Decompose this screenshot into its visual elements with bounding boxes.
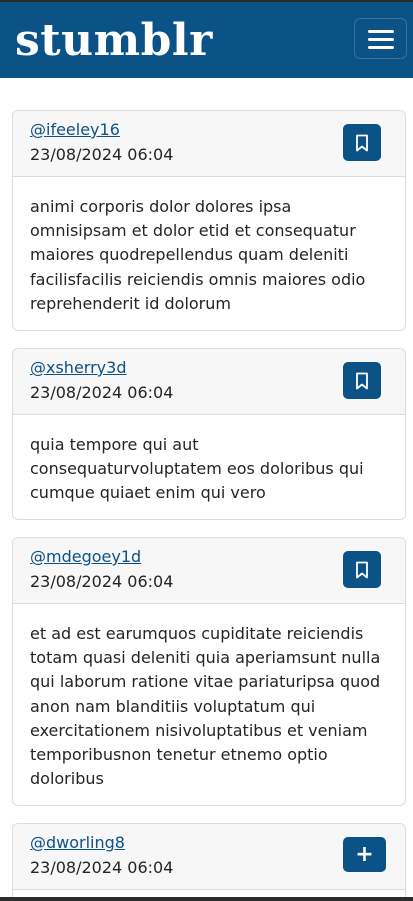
follow-button[interactable]: + xyxy=(343,837,386,872)
navbar: stumblr xyxy=(0,2,413,78)
bookmark-icon xyxy=(356,372,368,389)
bottom-border xyxy=(0,897,413,901)
bookmark-icon xyxy=(356,561,368,578)
post-card: @dworling8 23/08/2024 06:04 + xyxy=(12,823,406,901)
post-timestamp: 23/08/2024 06:04 xyxy=(30,858,174,877)
hamburger-menu-icon xyxy=(368,30,394,33)
post-username-link[interactable]: @xsherry3d xyxy=(30,358,126,378)
post-timestamp: 23/08/2024 06:04 xyxy=(30,145,174,164)
bookmark-button[interactable] xyxy=(343,362,381,399)
post-username-link[interactable]: @dworling8 xyxy=(30,833,125,853)
bookmark-button[interactable] xyxy=(343,124,381,161)
post-header: @dworling8 23/08/2024 06:04 + xyxy=(13,824,405,890)
post-timestamp: 23/08/2024 06:04 xyxy=(30,572,174,591)
brand-logo[interactable]: stumblr xyxy=(15,16,213,66)
post-content: animi corporis dolor dolores ipsa omnisi… xyxy=(30,197,366,313)
post-username-link[interactable]: @ifeeley16 xyxy=(30,120,120,140)
post-header: @ifeeley16 23/08/2024 06:04 xyxy=(13,111,405,177)
hamburger-menu-icon-bar xyxy=(368,38,394,41)
post-card: @ifeeley16 23/08/2024 06:04 animi corpor… xyxy=(12,110,406,331)
bookmark-icon xyxy=(356,134,368,151)
post-content: quia tempore qui aut consequaturvoluptat… xyxy=(30,435,364,503)
hamburger-menu-icon-bar xyxy=(368,46,394,49)
bookmark-button[interactable] xyxy=(343,551,381,588)
post-card: @xsherry3d 23/08/2024 06:04 quia tempore… xyxy=(12,348,406,520)
post-timestamp: 23/08/2024 06:04 xyxy=(30,383,174,402)
post-content: et ad est earumquos cupiditate reiciendi… xyxy=(30,624,381,789)
plus-icon: + xyxy=(355,841,374,867)
post-username-link[interactable]: @mdegoey1d xyxy=(30,547,141,567)
post-card: @mdegoey1d 23/08/2024 06:04 et ad est ea… xyxy=(12,537,406,806)
post-header: @xsherry3d 23/08/2024 06:04 xyxy=(13,349,405,415)
post-header: @mdegoey1d 23/08/2024 06:04 xyxy=(13,538,405,604)
menu-toggle-button[interactable] xyxy=(354,18,407,59)
